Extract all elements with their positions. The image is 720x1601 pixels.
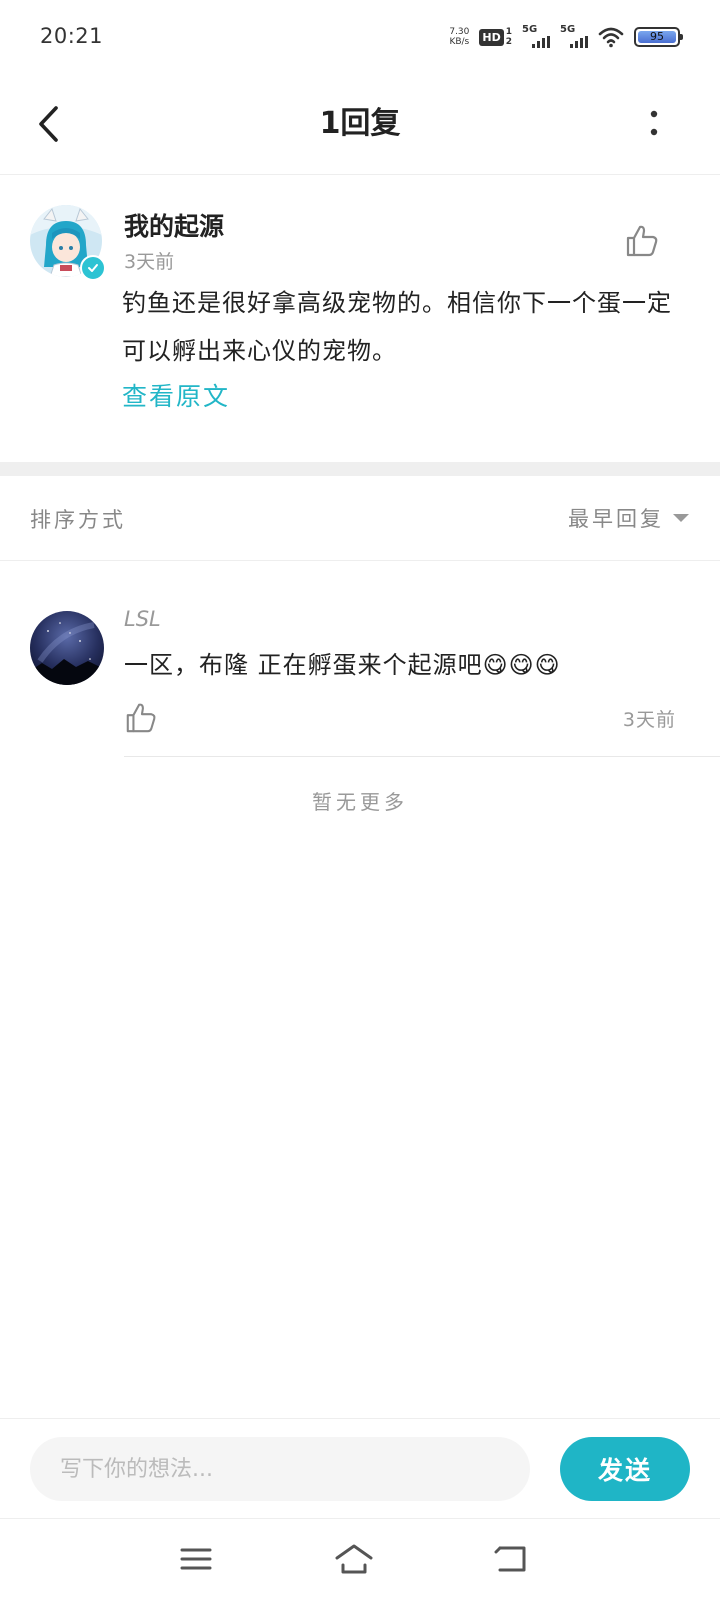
avatar-image [30, 611, 104, 685]
back-arrow-icon [494, 1546, 526, 1572]
verified-check-icon [80, 255, 106, 281]
status-icons: 7.30 KB/s HD 1 2 5G 5G 95 [449, 22, 683, 52]
menu-icon [180, 1548, 212, 1570]
page-title: 1回复 [319, 106, 401, 141]
hd-sim-bottom: 2 [505, 37, 512, 47]
no-more-text: 暂无更多 [312, 790, 408, 814]
send-button[interactable]: 发送 [560, 1437, 690, 1501]
thumbs-up-icon[interactable] [124, 701, 158, 735]
reply-content: 一区，布隆 正在孵蛋来个起源吧😋😋😋 [124, 651, 561, 679]
battery-icon: 95 [634, 27, 683, 47]
more-button[interactable] [628, 98, 680, 150]
signal-icon: 5G [560, 24, 588, 48]
reply-divider [124, 756, 720, 757]
reply-author[interactable]: LSL [124, 607, 161, 631]
main-post: 我的起源 3天前 钓鱼还是很好拿高级宠物的。相信你下一个蛋一定可以孵出来心仪的宠… [0, 175, 720, 462]
back-nav-button[interactable] [490, 1539, 534, 1579]
comment-input[interactable] [30, 1437, 530, 1501]
post-content: 钓鱼还是很好拿高级宠物的。相信你下一个蛋一定可以孵出来心仪的宠物。 [122, 289, 672, 365]
battery-level: 95 [650, 30, 664, 43]
status-bar: 20:21 7.30 KB/s HD 1 2 5G 5G 95 [0, 0, 720, 76]
thumbs-up-icon[interactable] [624, 223, 660, 259]
sort-dropdown[interactable]: 最早回复 [568, 498, 690, 538]
hd-icon: HD 1 2 [479, 27, 512, 47]
menu-button[interactable] [174, 1539, 218, 1579]
author-name[interactable]: 我的起源 [124, 207, 224, 243]
system-nav-bar [0, 1518, 720, 1601]
more-vertical-icon [650, 110, 658, 136]
signal-icon: 5G [522, 24, 550, 48]
sort-row: 排序方式 最早回复 [0, 476, 720, 561]
signal-label: 5G [522, 24, 538, 35]
home-icon [335, 1544, 373, 1574]
view-original-link[interactable]: 查看原文 [122, 377, 230, 413]
hd-sim-top: 1 [505, 27, 512, 37]
net-speed: 7.30 KB/s [449, 27, 469, 47]
hd-label: HD [479, 28, 504, 46]
net-speed-value: 7.30 [449, 27, 470, 37]
status-time: 20:21 [40, 24, 104, 48]
reply-item: LSL 一区，布隆 正在孵蛋来个起源吧😋😋😋 3天前 [0, 561, 720, 757]
net-speed-unit: KB/s [449, 37, 470, 47]
reply-time: 3天前 [622, 709, 676, 731]
reply-avatar[interactable] [30, 611, 104, 685]
comment-bar: 发送 [0, 1418, 720, 1519]
home-button[interactable] [332, 1539, 376, 1579]
wifi-icon [598, 27, 624, 48]
header: 1回复 [0, 76, 720, 175]
caret-down-icon [673, 514, 689, 522]
signal-label: 5G [560, 24, 576, 35]
sort-label: 排序方式 [30, 508, 126, 532]
post-time: 3天前 [124, 251, 175, 273]
section-divider [0, 462, 720, 476]
sort-value: 最早回复 [568, 507, 664, 531]
